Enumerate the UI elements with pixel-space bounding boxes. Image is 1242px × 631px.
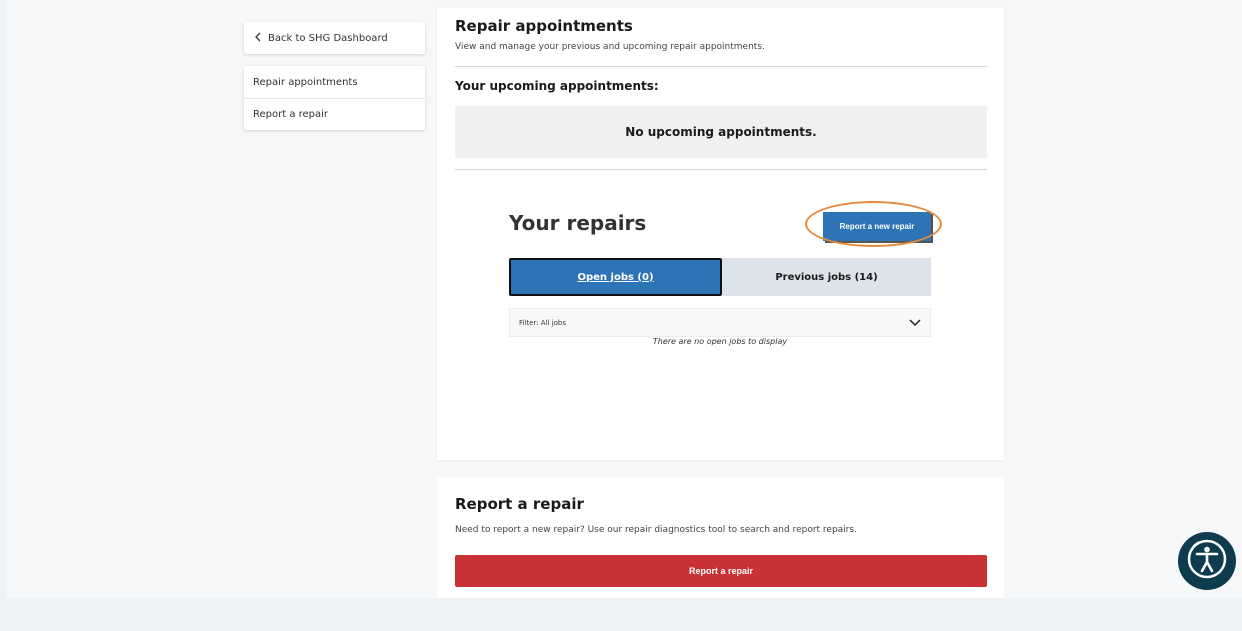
report-new-repair-button[interactable]: Report a new repair bbox=[823, 212, 931, 241]
tab-previous-jobs[interactable]: Previous jobs (14) bbox=[722, 258, 931, 296]
page-title: Repair appointments bbox=[455, 17, 633, 35]
page-subtitle: View and manage your previous and upcomi… bbox=[455, 42, 765, 52]
chevron-left-icon bbox=[254, 32, 262, 45]
repairs-tabs: Open jobs (0) Previous jobs (14) bbox=[509, 258, 931, 296]
divider bbox=[455, 66, 987, 67]
tab-open-jobs[interactable]: Open jobs (0) bbox=[509, 258, 722, 296]
report-repair-description: Need to report a new repair? Use our rep… bbox=[455, 525, 857, 535]
sidebar-item-label: Repair appointments bbox=[253, 76, 358, 88]
upcoming-heading: Your upcoming appointments: bbox=[455, 79, 659, 93]
filter-label: Filter: All jobs bbox=[519, 318, 567, 327]
report-repair-card: Report a repair Need to report a new rep… bbox=[437, 477, 1004, 598]
back-link-label: Back to SHG Dashboard bbox=[268, 32, 388, 44]
repairs-title: Your repairs bbox=[509, 211, 647, 235]
sidebar-item-report-repair[interactable]: Report a repair bbox=[244, 98, 425, 130]
jobs-filter-select[interactable]: Filter: All jobs bbox=[509, 308, 931, 337]
accessibility-icon bbox=[1185, 537, 1229, 585]
back-to-dashboard-link[interactable]: Back to SHG Dashboard bbox=[244, 22, 425, 54]
accessibility-button[interactable] bbox=[1178, 532, 1236, 590]
divider bbox=[455, 169, 987, 170]
chevron-down-icon bbox=[908, 316, 922, 330]
upcoming-empty-message: No upcoming appointments. bbox=[625, 125, 817, 139]
upcoming-empty-state: No upcoming appointments. bbox=[455, 106, 987, 158]
appointments-card: Repair appointments View and manage your… bbox=[437, 8, 1004, 460]
sidebar-item-label: Report a repair bbox=[253, 109, 329, 120]
sidebar-nav: Repair appointments Report a repair bbox=[244, 66, 425, 130]
no-jobs-message: There are no open jobs to display bbox=[652, 337, 788, 346]
report-repair-title: Report a repair bbox=[455, 495, 584, 513]
sidebar-item-repair-appointments[interactable]: Repair appointments bbox=[244, 66, 425, 98]
report-repair-button[interactable]: Report a repair bbox=[455, 555, 987, 587]
